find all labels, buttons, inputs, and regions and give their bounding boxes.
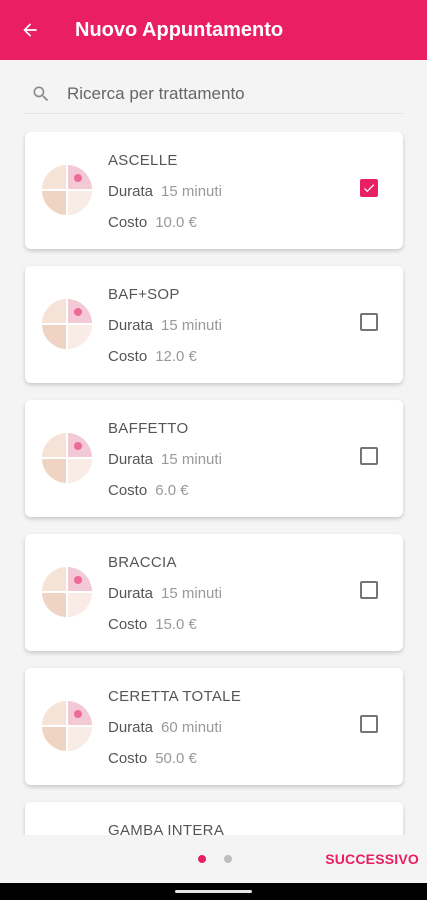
duration-row: Durata 15 minuti [108,451,222,468]
duration-row: Durata 15 minuti [108,585,222,602]
app-screen: Nuovo Appuntamento ASCELLE Durata 15 minu… [0,0,427,900]
treatment-name: BAF+SOP [108,286,180,303]
duration-value: 15 minuti [161,451,222,468]
cost-label: Costo [108,348,148,365]
cost-row: Costo 6.0 € [108,482,189,499]
treatment-image [42,433,92,483]
treatment-name: ASCELLE [108,152,178,169]
treatment-checkbox[interactable] [360,313,378,331]
treatment-image [42,165,92,215]
home-handle[interactable] [175,890,252,893]
page-dot-active [198,855,206,863]
duration-row: Durata 15 minuti [108,183,222,200]
duration-value: 15 minuti [161,317,222,334]
duration-value: 15 minuti [161,585,222,602]
treatment-checkbox[interactable] [360,715,378,733]
treatment-name: BAFFETTO [108,420,189,437]
cost-label: Costo [108,214,148,231]
treatment-list: ASCELLE Durata 15 minuti Costo 10.0 € BAF+… [0,132,427,835]
treatment-name: GAMBA INTERA [108,822,225,835]
duration-row: Durata 15 minuti [108,317,222,334]
treatment-image [42,701,92,751]
page-title: Nuovo Appuntamento [75,18,284,41]
bottom-bar: SUCCESSIVO [0,835,427,883]
cost-label: Costo [108,750,148,767]
back-button[interactable] [0,0,60,60]
next-button[interactable]: SUCCESSIVO [325,851,419,867]
duration-label: Durata [108,183,154,200]
cost-label: Costo [108,616,148,633]
cost-row: Costo 15.0 € [108,616,197,633]
app-bar: Nuovo Appuntamento [0,0,427,60]
duration-value: 60 minuti [161,719,222,736]
cost-row: Costo 10.0 € [108,214,197,231]
treatment-checkbox[interactable] [360,179,378,197]
duration-row: Durata 60 minuti [108,719,222,736]
duration-label: Durata [108,317,154,334]
check-icon [363,184,375,193]
treatment-image [42,567,92,617]
cost-label: Costo [108,482,148,499]
treatment-card[interactable]: GAMBA INTERA Durata Costo [25,802,403,835]
duration-value: 15 minuti [161,183,222,200]
cost-value: 12.0 € [155,348,197,365]
cost-value: 50.0 € [155,750,197,767]
search-input[interactable] [67,83,387,104]
treatment-card[interactable]: BAFFETTO Durata 15 minuti Costo 6.0 € [25,400,403,517]
system-nav-bar [0,883,427,900]
search-icon [31,84,51,104]
treatment-card[interactable]: BRACCIA Durata 15 minuti Costo 15.0 € [25,534,403,651]
duration-label: Durata [108,719,154,736]
search-bar[interactable] [25,74,403,114]
cost-row: Costo 12.0 € [108,348,197,365]
treatment-image [42,299,92,349]
treatment-card[interactable]: BAF+SOP Durata 15 minuti Costo 12.0 € [25,266,403,383]
page-indicator [198,855,232,863]
treatment-checkbox[interactable] [360,581,378,599]
treatment-name: CERETTA TOTALE [108,688,242,705]
treatment-name: BRACCIA [108,554,177,571]
treatment-card[interactable]: CERETTA TOTALE Durata 60 minuti Costo 50.0… [25,668,403,785]
duration-label: Durata [108,451,154,468]
treatment-card[interactable]: ASCELLE Durata 15 minuti Costo 10.0 € [25,132,403,249]
cost-value: 15.0 € [155,616,197,633]
cost-value: 10.0 € [155,214,197,231]
page-dot [224,855,232,863]
treatment-checkbox[interactable] [360,447,378,465]
duration-label: Durata [108,585,154,602]
cost-row: Costo 50.0 € [108,750,197,767]
cost-value: 6.0 € [155,482,189,499]
arrow-left-icon [23,23,37,37]
